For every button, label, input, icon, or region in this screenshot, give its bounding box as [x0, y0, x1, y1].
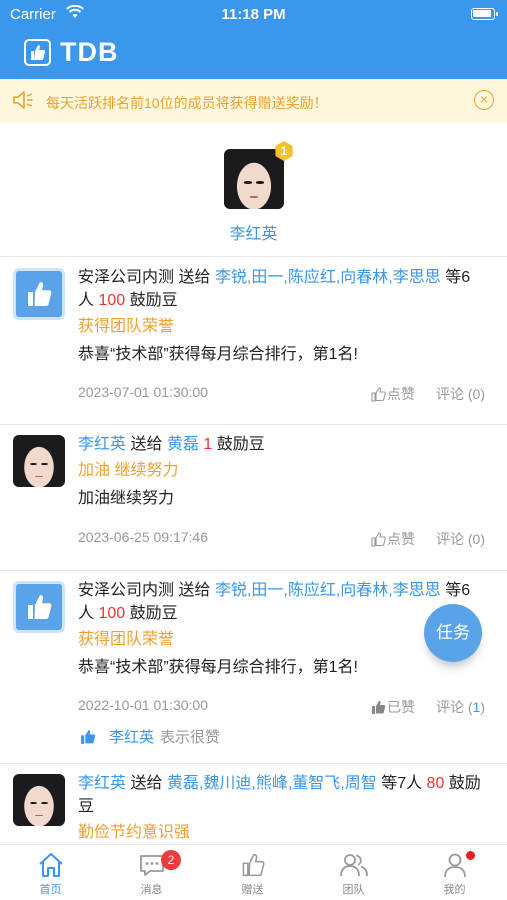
- post-verb: 送给: [130, 775, 163, 792]
- company-avatar[interactable]: [13, 268, 65, 320]
- post-date: 2022-10-01 01:30:00: [78, 697, 208, 713]
- notification-dot: [466, 851, 475, 860]
- liked-suffix: 表示很赞: [160, 729, 221, 746]
- post-verb: 送给: [178, 269, 211, 286]
- speaker-icon: [13, 91, 33, 109]
- user-avatar[interactable]: [13, 435, 65, 487]
- sender-name[interactable]: 李红英: [78, 436, 126, 453]
- post-tag: 加油 继续努力: [78, 462, 179, 479]
- like-label: 点赞: [387, 531, 415, 547]
- thumbs-up-outline-icon: [371, 386, 386, 402]
- post-verb: 送给: [178, 582, 211, 599]
- app-header: Carrier 11:18 PM TDB: [0, 0, 507, 79]
- bean-amount: 1: [203, 436, 213, 453]
- like-button[interactable]: 点赞: [371, 384, 415, 404]
- bean-amount: 80: [426, 775, 445, 792]
- task-fab-button[interactable]: 任务: [424, 604, 482, 662]
- tab-label: 赠送: [241, 884, 264, 896]
- feed-post: 李红英 送给 黄磊 1 鼓励豆 加油 继续努力 加油继续努力 2023-06-2…: [0, 425, 507, 571]
- tab-give[interactable]: 赠送: [202, 849, 303, 897]
- like-button[interactable]: 点赞: [371, 529, 415, 549]
- liked-by-row: 李红英 表示很赞: [80, 726, 220, 747]
- post-tag: 获得团队荣誉: [78, 318, 175, 335]
- tab-team[interactable]: 团队: [303, 849, 404, 897]
- post-message: 加油继续努力: [78, 490, 175, 507]
- recipients[interactable]: 李锐,田一,陈应红,向春林,李思思: [215, 269, 441, 286]
- bean-amount: 100: [98, 605, 126, 622]
- sender-name[interactable]: 李红英: [78, 775, 126, 792]
- recipients[interactable]: 黄磊: [167, 436, 199, 453]
- bean-unit: 鼓励豆: [216, 436, 265, 453]
- bean-unit: 鼓励豆: [129, 292, 178, 309]
- tab-messages[interactable]: 消息 2: [101, 849, 202, 897]
- like-label: 点赞: [387, 386, 415, 402]
- app-title: TDB: [60, 36, 119, 67]
- thumbs-up-outline-icon: [371, 531, 386, 547]
- top-ranked-member[interactable]: 1 李红英: [0, 123, 507, 257]
- post-date: 2023-07-01 01:30:00: [78, 384, 208, 400]
- close-announcement-icon[interactable]: ×: [474, 90, 494, 110]
- brand: TDB: [24, 36, 119, 67]
- thumbs-up-filled-icon: [81, 729, 96, 744]
- unread-badge: 2: [161, 850, 181, 870]
- top-member-name[interactable]: 李红英: [0, 220, 507, 244]
- post-date: 2023-06-25 09:17:46: [78, 529, 208, 545]
- thumbs-up-icon: [242, 853, 265, 877]
- top-member-avatar[interactable]: [224, 149, 284, 209]
- comment-button[interactable]: 评论 (1): [436, 697, 485, 717]
- user-avatar[interactable]: [13, 774, 65, 826]
- comment-button[interactable]: 评论 (0): [436, 384, 485, 404]
- profile-icon: [443, 853, 466, 878]
- feed-post: 安泽公司内测 送给 李锐,田一,陈应红,向春林,李思思 等6人 100 鼓励豆 …: [0, 571, 507, 764]
- tab-label: 消息: [140, 884, 163, 896]
- post-header: 李红英 送给 黄磊,魏川迪,熊峰,董智飞,周智 等7人 80 鼓励豆: [78, 772, 485, 818]
- recipients[interactable]: 黄磊,魏川迪,熊峰,董智飞,周智: [167, 775, 377, 792]
- home-icon: [38, 853, 63, 877]
- tab-label: 团队: [342, 884, 365, 896]
- tab-profile[interactable]: 我的: [404, 849, 505, 897]
- battery-icon: [471, 8, 498, 20]
- post-message: 恭喜“技术部”获得每月综合排行，第1名!: [78, 346, 359, 363]
- post-tag: 勤俭节约意识强: [78, 824, 191, 841]
- post-content: 李红英 送给 黄磊 1 鼓励豆 加油 继续努力 加油继续努力: [78, 433, 485, 510]
- clock: 11:18 PM: [221, 6, 286, 23]
- post-message: 恭喜“技术部”获得每月综合排行，第1名!: [78, 659, 359, 676]
- liked-button[interactable]: 已赞: [371, 697, 415, 717]
- post-content: 安泽公司内测 送给 李锐,田一,陈应红,向春林,李思思 等6人 100 鼓励豆 …: [78, 266, 485, 366]
- app-logo-icon: [24, 38, 51, 66]
- sender-name[interactable]: 安泽公司内测: [78, 269, 174, 286]
- post-header: 安泽公司内测 送给 李锐,田一,陈应红,向春林,李思思 等6人 100 鼓励豆: [78, 579, 485, 625]
- post-content: 李红英 送给 黄磊,魏川迪,熊峰,董智飞,周智 等7人 80 鼓励豆 勤俭节约意…: [78, 772, 485, 844]
- post-header: 李红英 送给 黄磊 1 鼓励豆: [78, 433, 485, 456]
- sender-name[interactable]: 安泽公司内测: [78, 582, 174, 599]
- activity-feed[interactable]: 安泽公司内测 送给 李锐,田一,陈应红,向春林,李思思 等6人 100 鼓励豆 …: [0, 258, 507, 844]
- thumbs-up-filled-icon: [372, 700, 386, 714]
- comment-button[interactable]: 评论 (0): [436, 529, 485, 549]
- post-header: 安泽公司内测 送给 李锐,田一,陈应红,向春林,李思思 等6人 100 鼓励豆: [78, 266, 485, 312]
- tab-label: 我的: [443, 884, 466, 896]
- feed-post: 安泽公司内测 送给 李锐,田一,陈应红,向春林,李思思 等6人 100 鼓励豆 …: [0, 258, 507, 425]
- team-icon: [339, 854, 368, 877]
- thumbs-up-icon: [28, 595, 52, 619]
- tab-bar: 首页 消息 2 赠送 团队 我的: [0, 844, 507, 900]
- status-bar: Carrier 11:18 PM: [0, 0, 507, 30]
- bean-unit: 鼓励豆: [129, 605, 178, 622]
- bean-amount: 100: [98, 292, 126, 309]
- thumbs-up-icon: [28, 282, 52, 306]
- tab-home[interactable]: 首页: [0, 849, 101, 897]
- recipients[interactable]: 李锐,田一,陈应红,向春林,李思思: [215, 582, 441, 599]
- like-label: 已赞: [387, 699, 415, 715]
- tab-label: 首页: [39, 884, 62, 896]
- announcement-bar: 每天活跃排名前10位的成员将获得赠送奖励！ ×: [0, 79, 507, 123]
- post-verb: 送给: [130, 436, 163, 453]
- feed-post: 李红英 送给 黄磊,魏川迪,熊峰,董智飞,周智 等7人 80 鼓励豆 勤俭节约意…: [0, 764, 507, 844]
- recipient-count: 等7人: [381, 775, 423, 792]
- announcement-text: 每天活跃排名前10位的成员将获得赠送奖励！: [46, 95, 328, 111]
- liked-by-name[interactable]: 李红英: [109, 726, 154, 747]
- company-avatar[interactable]: [13, 581, 65, 633]
